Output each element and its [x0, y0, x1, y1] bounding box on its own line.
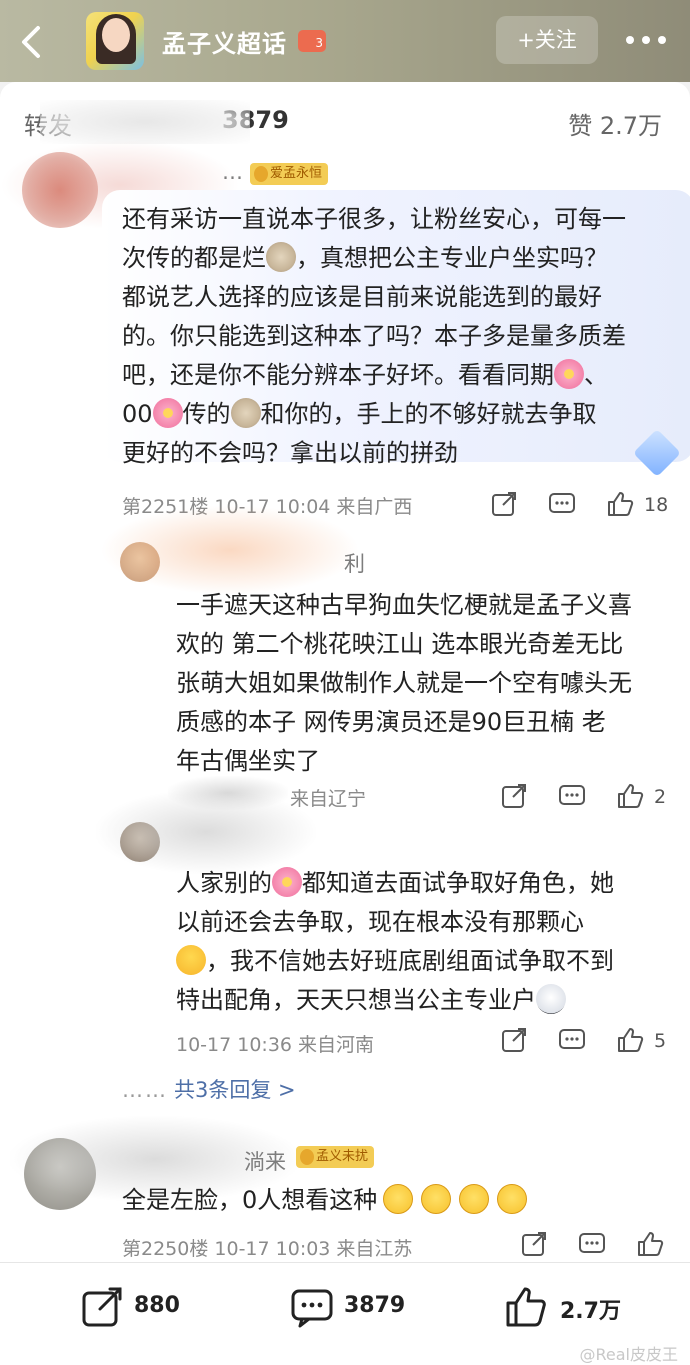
follow-button[interactable]: +关注 [496, 16, 598, 64]
avatar[interactable] [24, 1138, 96, 1210]
avatar[interactable] [120, 822, 160, 862]
fan-badge: 孟义未扰 [296, 1146, 375, 1168]
comment-text: 一手遮天这种古早狗血失忆梗就是孟子义喜 欢的 第二个桃花映江山 选本眼光奇差无比… [176, 591, 632, 775]
flower-emoji-icon [152, 398, 183, 428]
topic-header: 孟子义超话 3 +关注 [0, 0, 690, 82]
like-icon[interactable] [504, 1285, 548, 1329]
like-count[interactable]: 2.7万 [560, 1293, 621, 1325]
share-icon[interactable] [500, 1026, 528, 1058]
topic-title[interactable]: 孟子义超话 [162, 24, 287, 59]
like-icon[interactable] [636, 1230, 664, 1262]
bottom-toolbar: 880 3879 2.7万 @Real皮皮王 [0, 1262, 690, 1365]
share-icon[interactable] [490, 490, 518, 522]
share-icon[interactable] [520, 1230, 548, 1262]
more-replies-link[interactable]: …… 共3条回复 > [122, 1074, 296, 1104]
sob-emoji-icon [230, 398, 261, 428]
comment-icon[interactable] [578, 1230, 606, 1262]
side-eye-emoji-icon [421, 1184, 452, 1214]
username[interactable]: 利 [344, 548, 365, 578]
repost-count[interactable]: 880 [134, 1293, 180, 1318]
comment-meta: 10-17 10:36 来自河南 [176, 1034, 375, 1056]
fan-badge: 爱孟永恒 [250, 163, 329, 185]
watermark: @Real皮皮王 [579, 1345, 679, 1364]
laugh-cry-emoji-icon [176, 945, 206, 975]
sob-emoji-icon [266, 242, 296, 272]
like-tab[interactable]: 赞 2.7万 [568, 106, 662, 141]
flower-emoji-icon [272, 867, 302, 897]
comment-icon[interactable] [548, 490, 576, 522]
panda-emoji-icon [536, 984, 566, 1014]
username[interactable]: 淌来 [244, 1146, 286, 1176]
topic-level-badge: 3 [298, 30, 326, 52]
comment-icon[interactable] [558, 1026, 586, 1058]
comment-meta: 来自辽宁 [290, 788, 367, 810]
share-icon[interactable] [500, 782, 528, 814]
side-eye-emoji-icon [497, 1184, 528, 1214]
more-dots-icon[interactable] [624, 28, 668, 52]
side-eye-emoji-icon [383, 1184, 414, 1214]
flower-emoji-icon [554, 359, 584, 389]
username[interactable]: … [222, 160, 243, 184]
back-button[interactable] [14, 22, 50, 62]
like-icon[interactable] [606, 490, 634, 522]
avatar[interactable] [120, 542, 160, 582]
comment-meta: 第2250楼 10-17 10:03 来自江苏 [122, 1238, 413, 1260]
like-icon[interactable] [616, 1026, 644, 1058]
like-count: 18 [644, 494, 669, 516]
comment-count[interactable]: 3879 [344, 1293, 405, 1318]
comment-tab[interactable]: 3879 [222, 106, 289, 134]
comment-text: 全是左脸，0人想看这种 [122, 1184, 670, 1216]
chevron-left-icon [22, 26, 40, 58]
comment-text: 还有采访一直说本子很多，让粉丝安心，可每一 次传的都是烂 ，真想把公主专业户坐实吗… [122, 205, 626, 467]
comment-text: 人家别的 都知道去面试争取好角色，她 以前还会去争取，现在根本没有那颗心 ，我不信… [176, 867, 614, 1014]
like-icon[interactable] [616, 782, 644, 814]
comment-meta: 第2251楼 10-17 10:04 来自广西 [122, 496, 413, 518]
comment-icon[interactable] [290, 1285, 334, 1329]
side-eye-emoji-icon [459, 1184, 490, 1214]
like-count: 5 [654, 1030, 667, 1052]
repost-icon[interactable] [80, 1285, 124, 1329]
comment-icon[interactable] [558, 782, 586, 814]
repost-tab[interactable]: 转发 [24, 106, 72, 141]
topic-avatar[interactable] [86, 12, 144, 70]
like-count: 2 [654, 786, 667, 808]
stats-row: 转发 3879 赞 2.7万 [0, 82, 690, 156]
avatar[interactable] [22, 152, 98, 228]
